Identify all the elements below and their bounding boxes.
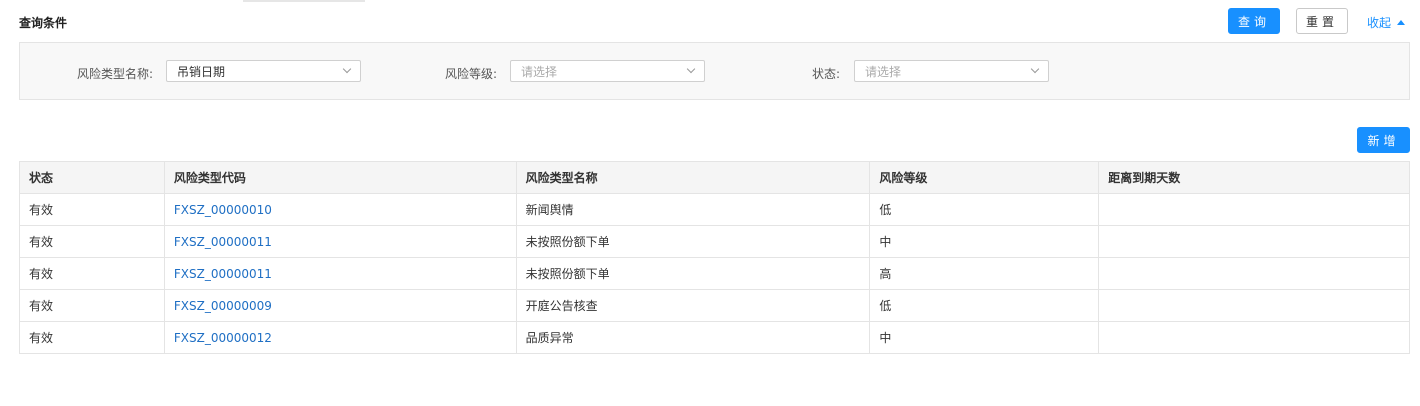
collapse-toggle[interactable]: 收起 [1367,14,1406,31]
cell-risk-level: 中 [869,225,1100,258]
top-tab-indicator [243,0,365,2]
column-header-days-to-expiry[interactable]: 距离到期天数 [1098,161,1410,194]
cell-days-to-expiry [1098,289,1410,322]
cell-risk-type-name: 未按照份额下单 [516,257,871,290]
cell-risk-type-name: 新闻舆情 [516,193,871,226]
table-row[interactable]: 有效 FXSZ_00000011 未按照份额下单 高 [19,257,1410,290]
caret-up-icon [1397,20,1406,25]
cell-risk-level: 低 [869,193,1100,226]
column-header-risk-type-code[interactable]: 风险类型代码 [164,161,517,194]
filter-panel: 风险类型名称: 吊销日期 风险等级: 请选择 状态: 请选择 [19,42,1410,100]
add-button[interactable]: 新增 [1357,127,1410,153]
risk-level-placeholder: 请选择 [521,64,558,79]
cell-risk-type-name: 未按照份额下单 [516,225,871,258]
cell-days-to-expiry [1098,257,1410,290]
table-row[interactable]: 有效 FXSZ_00000011 未按照份额下单 中 [19,225,1410,258]
cell-days-to-expiry [1098,225,1410,258]
status-label: 状态: [812,67,841,81]
status-placeholder: 请选择 [865,64,902,79]
risk-type-name-label: 风险类型名称: [77,67,154,81]
cell-risk-type-code-link[interactable]: FXSZ_00000010 [164,193,517,226]
table-row[interactable]: 有效 FXSZ_00000012 品质异常 中 [19,321,1410,354]
chevron-down-icon [686,64,696,74]
cell-days-to-expiry [1098,321,1410,354]
table-row[interactable]: 有效 FXSZ_00000010 新闻舆情 低 [19,193,1410,226]
cell-risk-type-code-link[interactable]: FXSZ_00000009 [164,289,517,322]
reset-button[interactable]: 重置 [1296,8,1348,34]
cell-status: 有效 [19,321,165,354]
risk-type-name-select[interactable]: 吊销日期 [166,60,361,82]
risk-type-table: 状态 风险类型代码 风险类型名称 风险等级 距离到期天数 有效 FXSZ_000… [19,161,1410,354]
collapse-label: 收起 [1367,16,1392,30]
chevron-down-icon [342,64,352,74]
cell-risk-type-name: 品质异常 [516,321,871,354]
query-button[interactable]: 查询 [1228,8,1280,34]
cell-risk-level: 低 [869,289,1100,322]
cell-risk-type-code-link[interactable]: FXSZ_00000012 [164,321,517,354]
cell-status: 有效 [19,225,165,258]
cell-risk-level: 高 [869,257,1100,290]
column-header-status[interactable]: 状态 [19,161,165,194]
table-row[interactable]: 有效 FXSZ_00000009 开庭公告核查 低 [19,289,1410,322]
table-header-row: 状态 风险类型代码 风险类型名称 风险等级 距离到期天数 [19,161,1410,194]
risk-type-name-value: 吊销日期 [177,64,226,79]
chevron-down-icon [1030,64,1040,74]
cell-status: 有效 [19,257,165,290]
section-title: 查询条件 [19,16,68,30]
column-header-risk-level[interactable]: 风险等级 [869,161,1100,194]
cell-days-to-expiry [1098,193,1410,226]
cell-risk-level: 中 [869,321,1100,354]
risk-level-label: 风险等级: [445,67,498,81]
column-header-risk-type-name[interactable]: 风险类型名称 [516,161,871,194]
cell-risk-type-name: 开庭公告核查 [516,289,871,322]
cell-status: 有效 [19,193,165,226]
status-select[interactable]: 请选择 [854,60,1049,82]
risk-level-select[interactable]: 请选择 [510,60,705,82]
cell-risk-type-code-link[interactable]: FXSZ_00000011 [164,225,517,258]
cell-status: 有效 [19,289,165,322]
cell-risk-type-code-link[interactable]: FXSZ_00000011 [164,257,517,290]
